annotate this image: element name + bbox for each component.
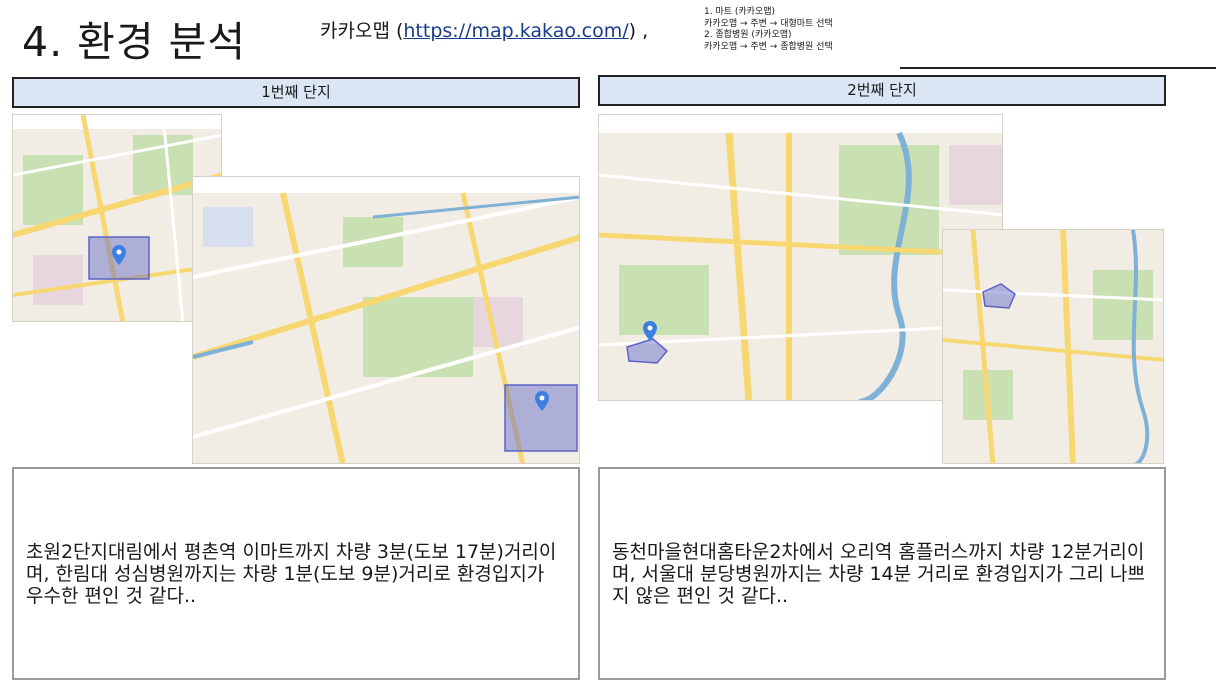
- panel-1-description: 초원2단지대림에서 평촌역 이마트까지 차량 3분(도보 17분)거리이며, 한…: [12, 467, 580, 680]
- page-title: 4. 환경 분석: [22, 18, 247, 66]
- source-line: 카카오맵 (https://map.kakao.com/) ,: [320, 16, 648, 43]
- panel-2-description: 동천마을현대홈타운2차에서 오리역 홈플러스까지 차량 12분거리이며, 서울대…: [598, 467, 1166, 680]
- note-line: 2. 종합병원 (카카오맵): [704, 30, 792, 40]
- note-line: 1. 마트 (카카오맵): [704, 7, 776, 17]
- method-notes: 1. 마트 (카카오맵) 카카오맵 → 주변 → 대형마트 선택 2. 종합병원…: [704, 7, 833, 53]
- note-line: 카카오맵 → 주변 → 대형마트 선택: [704, 18, 833, 29]
- panel-2-map-detail: [942, 229, 1164, 464]
- map-marker-icon: [112, 245, 126, 265]
- map-marker-icon: [643, 321, 657, 341]
- source-suffix: ) ,: [628, 20, 649, 42]
- note-line: 카카오맵 → 주변 → 종합병원 선택: [704, 41, 833, 52]
- panel-1-map-detail: [192, 176, 580, 464]
- panel-2-header: 2번째 단지: [598, 75, 1166, 106]
- source-prefix: 카카오맵 (: [320, 20, 404, 42]
- kakao-map-link[interactable]: https://map.kakao.com/: [403, 20, 628, 42]
- panel-2-description-text: 동천마을현대홈타운2차에서 오리역 홈플러스까지 차량 12분거리이며, 서울대…: [612, 540, 1146, 607]
- panel-1-description-text: 초원2단지대림에서 평촌역 이마트까지 차량 3분(도보 17분)거리이며, 한…: [26, 540, 557, 607]
- header-divider: [900, 67, 1216, 69]
- map-marker-icon: [535, 391, 549, 411]
- panel-1-map-overview: [12, 114, 222, 322]
- panel-1-header: 1번째 단지: [12, 77, 580, 108]
